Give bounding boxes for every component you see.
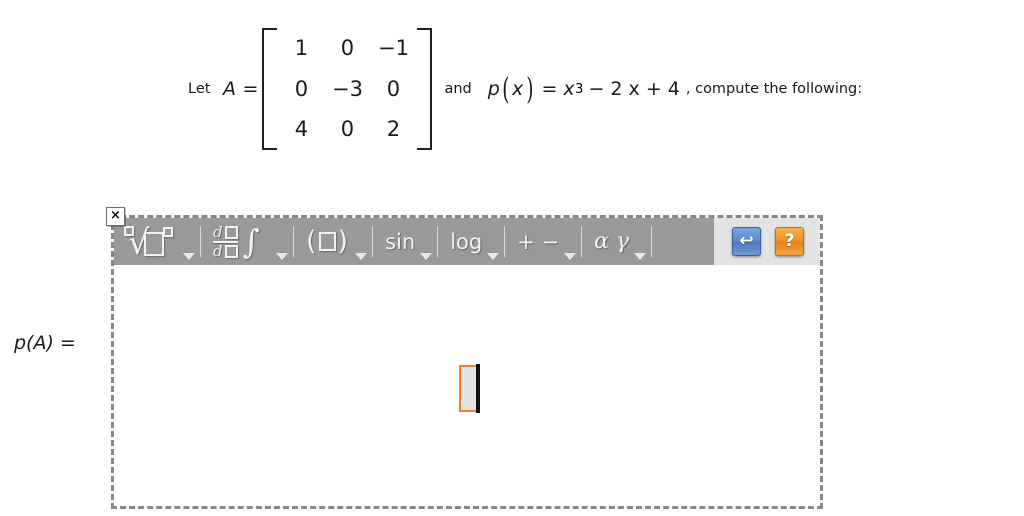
polynomial-equals-sign: = [541,78,558,100]
math-input-canvas[interactable] [114,265,820,506]
paren-open-glyph: ( [306,226,317,257]
matrix-cell: −3 [331,76,363,101]
chevron-down-icon [634,253,647,260]
matrix-A: 1 0 −1 0 −3 0 4 0 2 [262,28,433,150]
radical-icon: √ [120,223,192,263]
toolbar-separator [200,226,201,257]
matrix-cell: 0 [386,76,401,101]
toolbar-button-parentheses[interactable]: ( ) [296,218,370,265]
chevron-down-icon [564,253,577,260]
close-icon[interactable]: × [106,207,125,226]
derivative-denominator-placeholder [224,244,238,258]
matrix-equals-sign: = [242,78,259,100]
derivative-fraction: d d [213,224,238,260]
toolbar-button-greek[interactable]: α γ [584,218,649,265]
text-caret [476,364,480,413]
toolbar-separator [437,226,439,257]
toolbar-button-radical[interactable]: √ [114,218,198,265]
instruction-text: , compute the following: [685,81,863,97]
derivative-numerator-d: d [213,222,223,241]
toolbar-button-calculus[interactable]: d d ∫ [203,218,291,265]
conjunction-text: and [444,81,472,97]
intro-text: Let [188,81,216,97]
problem-statement: Let A = 1 0 −1 0 −3 0 4 0 2 and p ( x ) … [0,0,1024,180]
derivative-denominator-d: d [213,241,223,260]
toolbar-actions-group: ↩ ? [714,218,820,265]
toolbar-separator [504,226,506,257]
matrix-cell: 1 [294,36,309,61]
chevron-down-icon [355,253,368,260]
matrix-cell: 2 [386,117,401,142]
paren-close-glyph: ) [337,226,349,257]
toolbar-operators-label: + − [517,229,560,254]
toolbar-separator [293,226,294,257]
toolbar-separator [651,226,653,257]
toolbar-logarithm-label: log [450,229,483,254]
chevron-down-icon [276,253,288,260]
toolbar-button-trig[interactable]: sin [375,218,435,265]
chevron-down-icon [487,253,500,260]
chevron-down-icon [183,253,195,260]
editor-toolbar: √ d d ∫ () sin log + − α γ ↩ ? [114,218,820,265]
parentheses-placeholder [318,232,336,251]
matrix-cell: 0 [340,36,355,61]
help-icon: ? [784,231,795,251]
matrix-right-bracket [417,28,433,150]
undo-icon: ↩ [739,231,754,251]
radical-exponent-placeholder [163,226,173,237]
answer-row: p(A) = × √ d d ∫ () sin log + − α γ ↩ ? [0,207,1024,510]
toolbar-separator [581,226,583,257]
toolbar-greek-label: α γ [594,229,630,254]
undo-button[interactable]: ↩ [732,227,761,256]
polynomial-remaining-terms: − 2 x + 4 [588,78,680,100]
polynomial-name: p [487,78,501,100]
integral-icon: ∫ [242,221,260,261]
derivative-numerator-placeholder [224,225,238,239]
polynomial-exponent: 3 [575,81,584,97]
help-button[interactable]: ? [775,227,804,256]
matrix-cell: 0 [294,76,309,101]
radical-index-placeholder [124,225,134,236]
toolbar-trig-label: sin [385,229,416,254]
matrix-cell: 0 [340,117,355,142]
matrix-cell: −1 [377,36,409,61]
answer-label: p(A) = [14,332,76,354]
polynomial-base: x [563,78,576,100]
matrix-left-bracket [262,28,278,150]
matrix-variable-label: A [223,78,237,100]
toolbar-separator [372,226,374,257]
chevron-down-icon [420,253,433,260]
toolbar-button-logarithm[interactable]: log [440,218,502,265]
math-editor-panel: × √ d d ∫ () sin log + − α γ ↩ ? [106,207,823,509]
polynomial-argument: x [512,78,524,100]
matrix-cell: 4 [294,117,309,142]
radical-base-placeholder [144,231,164,256]
problem-statement-row: Let A = 1 0 −1 0 −3 0 4 0 2 and p ( x ) … [188,24,862,154]
matrix-grid: 1 0 −1 0 −3 0 4 0 2 [275,28,419,150]
polynomial-paren-close: ) [526,71,534,107]
derivative-integral-icon: d d ∫ [209,222,285,262]
polynomial-paren-open: ( [502,71,510,107]
toolbar-button-operators[interactable]: + − [507,218,579,265]
